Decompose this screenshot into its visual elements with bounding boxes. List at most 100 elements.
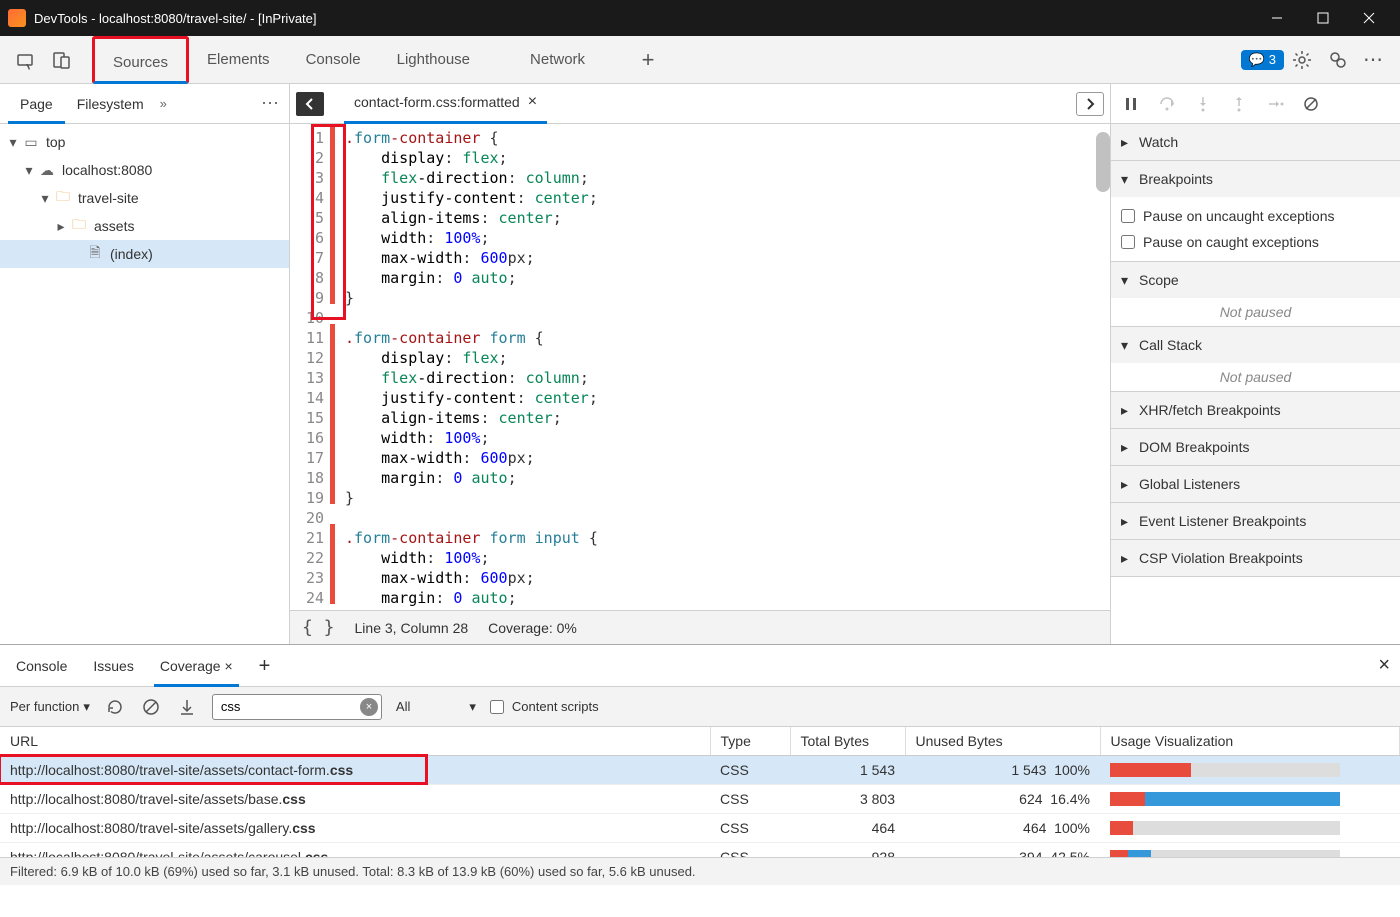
section-scope[interactable]: ▾Scope <box>1111 262 1400 298</box>
section-label: Watch <box>1139 134 1178 150</box>
reload-button[interactable] <box>104 696 126 718</box>
step-out-button[interactable] <box>1227 92 1251 116</box>
navigator-tab-filesystem[interactable]: Filesystem <box>65 84 156 124</box>
content-scripts-checkbox[interactable] <box>490 700 504 714</box>
section-label: Global Listeners <box>1139 476 1240 492</box>
drawer-tab-issues[interactable]: Issues <box>87 645 139 687</box>
debugger-panel: ▸Watch ▾Breakpoints Pause on uncaught ex… <box>1110 84 1400 644</box>
pause-uncaught-checkbox[interactable] <box>1121 209 1135 223</box>
step-button[interactable] <box>1263 92 1287 116</box>
section-event[interactable]: ▸Event Listener Breakpoints <box>1111 503 1400 539</box>
clear-filter-icon[interactable]: × <box>360 698 378 716</box>
coverage-table: URL Type Total Bytes Unused Bytes Usage … <box>0 727 1400 857</box>
navigate-back-button[interactable] <box>296 92 324 116</box>
section-label: Call Stack <box>1139 337 1202 353</box>
cell-viz <box>1100 843 1400 858</box>
tree-label: top <box>46 134 65 150</box>
editor-area: contact-form.css:formatted× 123456789101… <box>290 84 1110 644</box>
file-tree: ▾▭top ▾☁︎localhost:8080 ▾🗀travel-site ▸🗀… <box>0 124 289 644</box>
tab-network[interactable]: Network <box>512 36 603 84</box>
clear-button[interactable] <box>140 696 162 718</box>
cell-unused: 624 16.4% <box>905 785 1100 814</box>
section-dom[interactable]: ▸DOM Breakpoints <box>1111 429 1400 465</box>
navigator-sidebar: Page Filesystem » ⋯ ▾▭top ▾☁︎localhost:8… <box>0 84 290 644</box>
section-breakpoints[interactable]: ▾Breakpoints <box>1111 161 1400 197</box>
tree-item-top[interactable]: ▾▭top <box>0 128 289 156</box>
section-global[interactable]: ▸Global Listeners <box>1111 466 1400 502</box>
drawer-tab-console[interactable]: Console <box>10 645 73 687</box>
pause-caught-checkbox[interactable] <box>1121 235 1135 249</box>
section-label: CSP Violation Breakpoints <box>1139 550 1303 566</box>
col-total[interactable]: Total Bytes <box>790 727 905 756</box>
editor-tab[interactable]: contact-form.css:formatted× <box>344 84 547 124</box>
tree-item-folder[interactable]: ▾🗀travel-site <box>0 184 289 212</box>
coverage-toolbar: Per function▾ × All▾ Content scripts <box>0 687 1400 727</box>
expand-editor-icon[interactable] <box>1076 92 1104 116</box>
breakpoints-body: Pause on uncaught exceptions Pause on ca… <box>1111 197 1400 261</box>
cell-type: CSS <box>710 843 790 858</box>
url-filter-input[interactable] <box>212 694 382 720</box>
code-content[interactable]: .form-container { display: flex; flex-di… <box>335 124 1110 610</box>
tab-elements[interactable]: Elements <box>189 36 288 84</box>
close-tab-icon[interactable]: × <box>528 82 537 122</box>
export-button[interactable] <box>176 696 198 718</box>
editor-scrollbar[interactable] <box>1096 132 1110 192</box>
close-drawer-icon[interactable]: × <box>1378 654 1390 677</box>
deactivate-breakpoints-button[interactable] <box>1299 92 1323 116</box>
maximize-button[interactable] <box>1300 0 1346 36</box>
section-callstack[interactable]: ▾Call Stack <box>1111 327 1400 363</box>
code-editor[interactable]: 123456789101112131415161718192021222324 … <box>290 124 1110 610</box>
section-label: Breakpoints <box>1139 171 1213 187</box>
step-over-button[interactable] <box>1155 92 1179 116</box>
navigator-more-icon[interactable]: ⋯ <box>261 93 281 114</box>
tree-item-host[interactable]: ▾☁︎localhost:8080 <box>0 156 289 184</box>
add-tab-button[interactable]: + <box>633 45 663 75</box>
activity-icon[interactable] <box>1323 45 1353 75</box>
tree-item-assets[interactable]: ▸🗀assets <box>0 212 289 240</box>
coverage-table-wrap: URL Type Total Bytes Unused Bytes Usage … <box>0 727 1400 857</box>
pretty-print-button[interactable]: { } <box>302 617 335 638</box>
coverage-row[interactable]: http://localhost:8080/travel-site/assets… <box>0 756 1400 785</box>
tab-sources[interactable]: Sources <box>92 36 189 84</box>
device-toggle-icon[interactable] <box>47 45 77 75</box>
issues-badge[interactable]: 💬3 <box>1241 50 1284 70</box>
section-label: Event Listener Breakpoints <box>1139 513 1306 529</box>
col-unused[interactable]: Unused Bytes <box>905 727 1100 756</box>
drawer-tab-coverage[interactable]: Coverage × <box>154 645 239 687</box>
minimize-button[interactable] <box>1254 0 1300 36</box>
close-button[interactable] <box>1346 0 1392 36</box>
navigator-tabs: Page Filesystem » ⋯ <box>0 84 289 124</box>
col-type[interactable]: Type <box>710 727 790 756</box>
coverage-type-select[interactable]: Per function▾ <box>10 699 90 715</box>
tree-item-index[interactable]: 🗎(index) <box>0 240 289 268</box>
coverage-row[interactable]: http://localhost:8080/travel-site/assets… <box>0 843 1400 858</box>
close-coverage-icon[interactable]: × <box>224 658 232 674</box>
more-tabs-icon[interactable]: » <box>160 96 167 111</box>
checkbox-label: Pause on caught exceptions <box>1143 234 1319 250</box>
cell-total: 3 803 <box>790 785 905 814</box>
type-filter-select[interactable]: All▾ <box>396 699 476 715</box>
section-watch[interactable]: ▸Watch <box>1111 124 1400 160</box>
col-url[interactable]: URL <box>0 727 710 756</box>
drawer-add-tab[interactable]: + <box>253 645 277 687</box>
section-csp[interactable]: ▸CSP Violation Breakpoints <box>1111 540 1400 576</box>
navigator-tab-page[interactable]: Page <box>8 84 65 124</box>
settings-icon[interactable] <box>1287 45 1317 75</box>
url-filter: × <box>212 694 382 720</box>
section-xhr[interactable]: ▸XHR/fetch Breakpoints <box>1111 392 1400 428</box>
cell-type: CSS <box>710 756 790 785</box>
coverage-row[interactable]: http://localhost:8080/travel-site/assets… <box>0 814 1400 843</box>
cell-type: CSS <box>710 814 790 843</box>
more-icon[interactable]: ⋯ <box>1359 45 1389 75</box>
cell-unused: 394 42.5% <box>905 843 1100 858</box>
section-label: DOM Breakpoints <box>1139 439 1249 455</box>
tab-console[interactable]: Console <box>288 36 379 84</box>
tree-label: (index) <box>110 246 153 262</box>
step-into-button[interactable] <box>1191 92 1215 116</box>
col-viz[interactable]: Usage Visualization <box>1100 727 1400 756</box>
inspect-icon[interactable] <box>11 45 41 75</box>
pause-button[interactable] <box>1119 92 1143 116</box>
cell-type: CSS <box>710 785 790 814</box>
tab-lighthouse[interactable]: Lighthouse <box>379 36 488 84</box>
coverage-row[interactable]: http://localhost:8080/travel-site/assets… <box>0 785 1400 814</box>
